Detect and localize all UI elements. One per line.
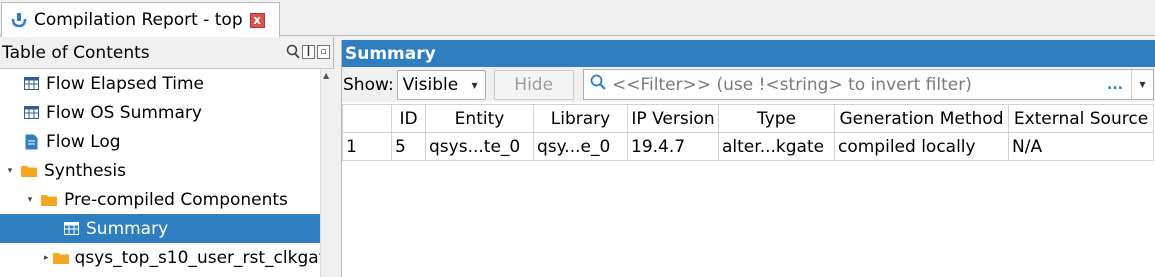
toc-item-synthesis[interactable]: ▾ Synthesis [0,156,320,185]
tab-bar: Compilation Report - top x [0,0,1155,37]
folder-icon [20,162,38,180]
summary-panel: Summary Show: Visible ▼ Hide <<Filter>> … [341,40,1155,277]
search-icon[interactable] [286,44,300,60]
column-header-id[interactable]: ID [391,104,426,133]
chevron-right-icon[interactable]: ▸ [44,253,49,263]
cell-index: 1 [342,132,392,161]
toc-item-label: Flow OS Summary [46,102,202,123]
document-icon [22,133,40,151]
summary-title: Summary [342,40,1155,67]
report-icon [9,10,29,30]
chevron-down-icon[interactable]: ▾ [24,195,36,205]
chevron-down-icon: ▼ [471,80,478,90]
column-header-external-source[interactable]: External Source [1008,104,1154,133]
chevron-down-icon[interactable]: ▼ [1131,70,1153,99]
show-label: Show: [343,74,394,95]
cell-entity: qsys...te_0 [425,132,534,161]
filter-input[interactable]: <<Filter>> (use !<string> to invert filt… [583,69,1154,100]
filter-more-button[interactable]: ... [1107,77,1123,93]
show-select-value: Visible [402,74,459,95]
column-header-entity[interactable]: Entity [425,104,534,133]
table-icon [22,104,40,122]
toc-item-flow-elapsed-time[interactable]: Flow Elapsed Time [0,69,320,98]
cell-type: alter...kgate [718,132,835,161]
toc-item-flow-os-summary[interactable]: Flow OS Summary [0,98,320,127]
column-header-library[interactable]: Library [533,104,628,133]
column-header-type[interactable]: Type [718,104,835,133]
table-row[interactable]: 1 5 qsys...te_0 qsy...e_0 19.4.7 alter..… [342,132,1154,161]
toc-item-label: Summary [86,218,169,239]
cell-library: qsy...e_0 [533,132,628,161]
chevron-down-icon[interactable]: ▾ [4,166,16,176]
pin-icon[interactable]: ┃ [302,45,315,59]
tab-compilation-report[interactable]: Compilation Report - top x [1,2,280,37]
cell-ip-version: 19.4.7 [627,132,719,161]
cell-id: 5 [391,132,426,161]
table-of-contents-panel: Table of Contents ┃ ▫ Flow Elapsed Time … [0,37,334,277]
toc-scrollbar[interactable]: ▲ [320,69,334,277]
toc-item-label: Flow Elapsed Time [46,73,204,94]
filter-placeholder: <<Filter>> (use !<string> to invert filt… [612,74,972,95]
show-select[interactable]: Visible ▼ [396,69,486,100]
toc-item-summary[interactable]: Summary [0,214,320,243]
toc-item-qsys-top-s10-user-rst-clkgate[interactable]: ▸ qsys_top_s10_user_rst_clkgate_0 [0,243,320,272]
tab-label: Compilation Report - top [34,10,243,30]
toc-item-label: Flow Log [46,131,121,152]
folder-icon [40,191,58,209]
toc-item-label: Synthesis [44,160,126,181]
table-icon [62,220,80,238]
close-icon[interactable]: x [249,12,265,28]
table-icon [22,75,40,93]
cell-generation-method: compiled locally [834,132,1009,161]
folder-icon [52,249,69,267]
toc-header: Table of Contents ┃ ▫ [0,37,333,69]
toc-tree: Flow Elapsed Time Flow OS Summary Flow L… [0,69,320,277]
toc-item-pre-compiled-components[interactable]: ▾ Pre-compiled Components [0,185,320,214]
toc-item-label: qsys_top_s10_user_rst_clkgate_0 [74,247,320,268]
toc-title: Table of Contents [2,42,150,63]
column-header-generation-method[interactable]: Generation Method [834,104,1009,133]
hide-button[interactable]: Hide [493,69,574,100]
toc-item-label: Pre-compiled Components [64,189,288,210]
cell-external-source: N/A [1008,132,1154,161]
search-icon [590,74,612,95]
table-header-row: ID Entity Library IP Version Type Genera… [342,104,1154,133]
column-header-ip-version[interactable]: IP Version [627,104,719,133]
toc-item-flow-log[interactable]: Flow Log [0,127,320,156]
scroll-up-icon[interactable]: ▲ [323,71,329,80]
summary-table: ID Entity Library IP Version Type Genera… [342,104,1154,161]
detach-icon[interactable]: ▫ [317,45,330,59]
column-header-index[interactable] [342,104,392,133]
summary-toolbar: Show: Visible ▼ Hide <<Filter>> (use !<s… [342,67,1155,102]
